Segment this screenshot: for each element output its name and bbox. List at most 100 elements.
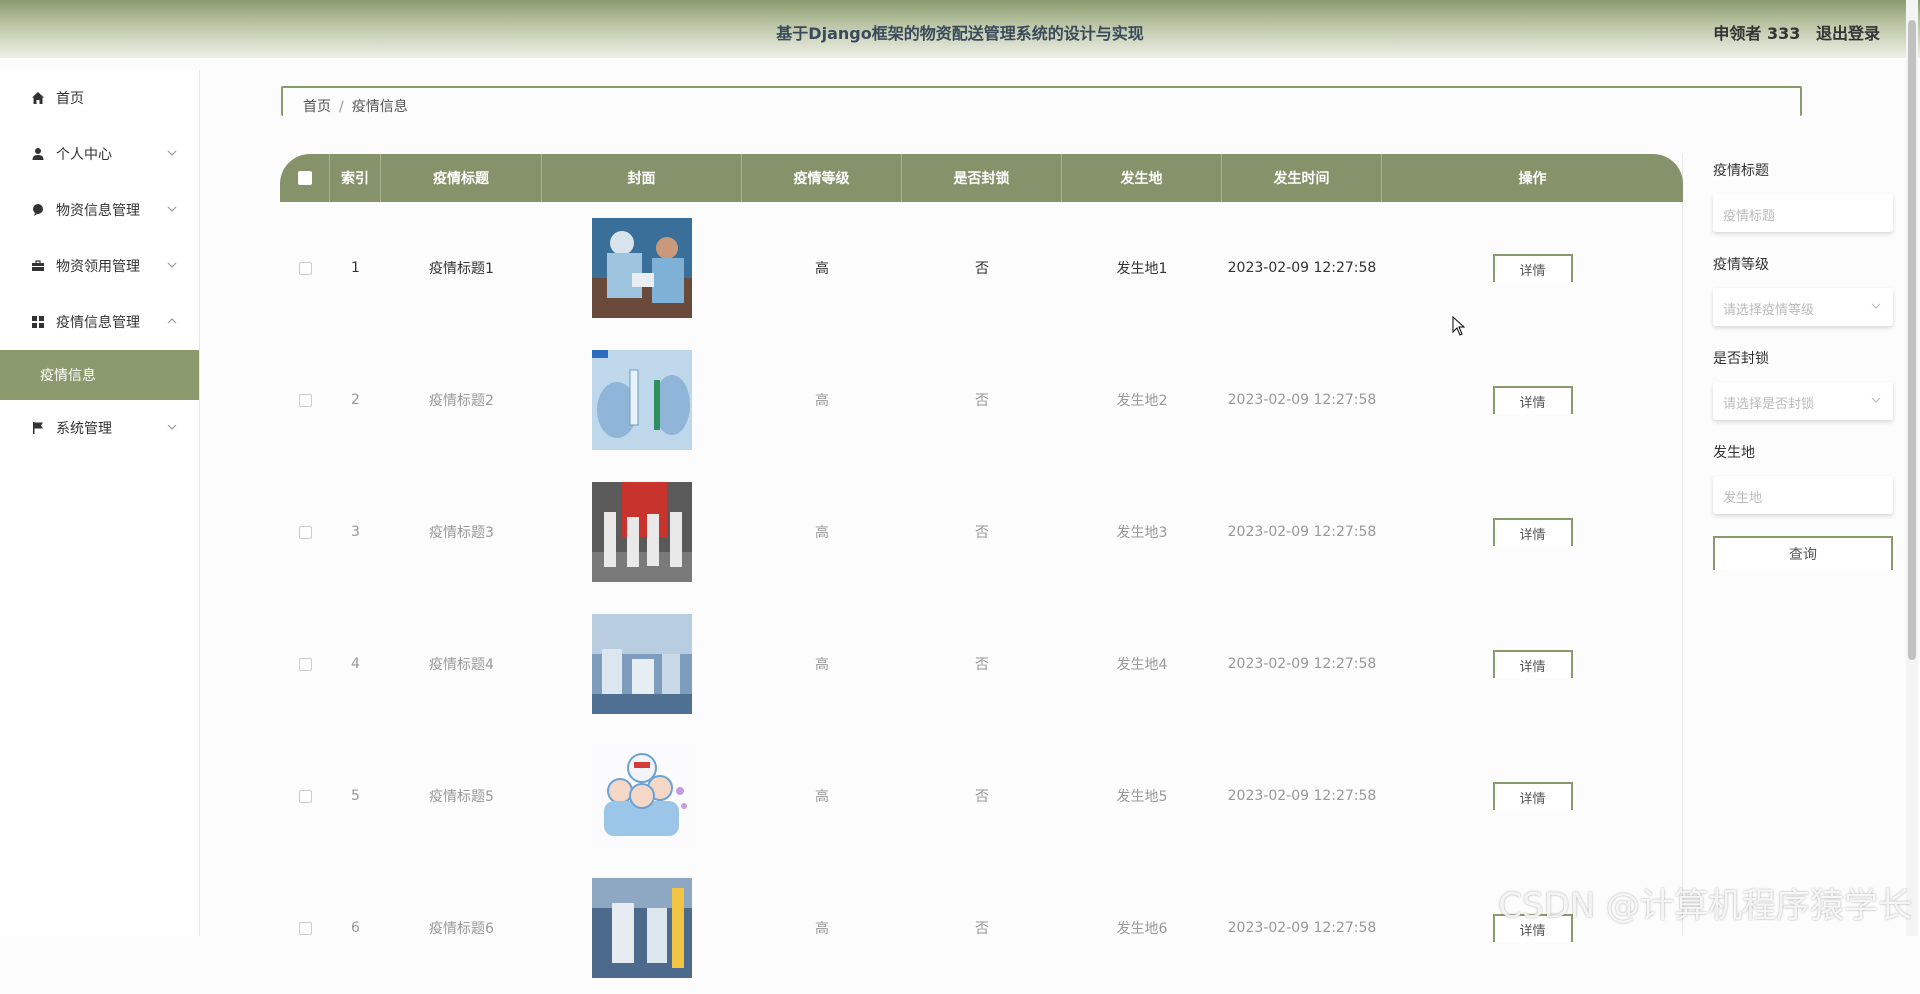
column-header: 操作 [1518,171,1547,187]
cell-level: 高 [815,789,829,805]
cover-image [592,614,692,714]
user-icon [30,146,46,162]
cell-title: 疫情标题1 [429,261,494,277]
sidebar-item-home[interactable]: 首页 [0,70,199,126]
column-header: 索引 [330,154,381,202]
column-header: 发生地 [1062,154,1222,202]
column-header: 发生时间 [1222,154,1382,202]
detail-button[interactable]: 详情 [1492,254,1573,282]
column-header: 疫情标题 [381,154,542,202]
search-button[interactable]: 查询 [1713,536,1893,570]
place-search-input[interactable]: 发生地 [1713,476,1893,514]
cell-time: 2023-02-09 12:27:58 [1227,788,1377,804]
scrollbar-thumb[interactable] [1908,20,1916,660]
row-checkbox-cell [280,862,330,994]
sidebar-item-label: 疫情信息管理 [56,315,140,331]
title-search-input[interactable]: 疫情标题 [1713,194,1893,232]
cell-title: 疫情标题6 [429,921,494,937]
table-row: 3 疫情标题3 高 否 发生地3 2023-02-09 12:27:58 详情 [280,466,1683,598]
cell-actions: 详情 [1382,334,1683,466]
search-panel: 疫情标题 疫情标题 疫情等级 请选择疫情等级 是否封锁 请选择是否封锁 发生地 … [1713,160,1893,570]
cell-level: 高 [815,261,829,277]
cell-place: 发生地1 [1116,261,1168,277]
cover-image [592,218,692,318]
row-checkbox[interactable] [298,525,312,539]
cell-lockdown: 否 [975,393,989,409]
detail-button[interactable]: 详情 [1492,386,1573,414]
row-checkbox[interactable] [298,789,312,803]
cell-title: 疫情标题4 [429,657,494,673]
sidebar-item-material-use[interactable]: 物资领用管理 [0,238,199,294]
cover-image [592,878,692,978]
table-row: 1 疫情标题1 高 否 发生地1 2023-02-09 12:27:58 详情 [280,202,1683,334]
flag-icon [30,420,46,436]
page-scrollbar[interactable] [1906,0,1918,936]
row-checkbox-cell [280,598,330,730]
cell-index: 6 [351,920,360,936]
cell-title: 疫情标题3 [429,525,494,541]
cell-cover [542,598,742,730]
row-checkbox[interactable] [298,393,312,407]
row-checkbox-cell [280,466,330,598]
sidebar-item-label: 个人中心 [56,147,112,163]
breadcrumb: 首页 / 疫情信息 [281,86,1802,116]
cell-time: 2023-02-09 12:27:58 [1227,392,1377,408]
cell-time: 2023-02-09 12:27:58 [1227,656,1377,672]
title-placeholder: 疫情标题 [1723,209,1776,224]
sidebar-item-label: 物资信息管理 [56,203,140,219]
level-select[interactable]: 请选择疫情等级 [1713,288,1893,326]
breadcrumb-home[interactable]: 首页 [303,99,331,115]
chevron-down-icon [167,420,177,436]
detail-button[interactable]: 详情 [1492,518,1573,546]
cell-place: 发生地6 [1116,921,1168,937]
cell-index: 4 [351,656,360,672]
cell-cover [542,730,742,862]
cell-actions: 详情 [1382,598,1683,730]
chevron-down-icon [1871,394,1881,409]
filter-lockdown-label: 是否封锁 [1713,351,1769,367]
table-row: 4 疫情标题4 高 否 发生地4 2023-02-09 12:27:58 详情 [280,598,1683,730]
select-all-cell [280,154,330,202]
sidebar: 首页 个人中心 物资信息管理 物资领用管理 疫情信息管理 疫情信息 系统管理 [0,70,200,936]
select-all-checkbox[interactable] [297,171,312,185]
row-checkbox[interactable] [298,657,312,671]
cell-index: 1 [351,260,360,276]
filter-level-label: 疫情等级 [1713,257,1769,273]
top-header: 基于Django框架的物资配送管理系统的设计与实现 申领者 333 退出登录 [0,0,1920,58]
home-icon [30,90,46,106]
cell-cover [542,202,742,334]
cell-lockdown: 否 [975,261,989,277]
sidebar-item-material-info[interactable]: 物资信息管理 [0,182,199,238]
sidebar-item-epidemic-mgmt[interactable]: 疫情信息管理 [0,294,199,350]
cell-index: 2 [351,392,360,408]
grid-icon [30,314,46,330]
sidebar-item-label: 疫情信息 [40,368,96,384]
detail-button[interactable]: 详情 [1492,650,1573,678]
cell-level: 高 [815,393,829,409]
user-area: 申领者 333 退出登录 [1703,20,1880,44]
detail-button[interactable]: 详情 [1492,782,1573,810]
lockdown-select[interactable]: 请选择是否封锁 [1713,382,1893,420]
table-row: 2 疫情标题2 高 否 发生地2 2023-02-09 12:27:58 详情 [280,334,1683,466]
watermark: CSDN @计算机程序猿学长 [1498,886,1912,926]
column-header: 疫情等级 [742,154,902,202]
cell-actions: 详情 [1382,730,1683,862]
sidebar-item-epidemic-info[interactable]: 疫情信息 [0,350,199,400]
row-checkbox[interactable] [298,921,312,935]
app-title: 基于Django框架的物资配送管理系统的设计与实现 [776,24,1144,43]
cell-time: 2023-02-09 12:27:58 [1227,524,1377,540]
cell-lockdown: 否 [975,657,989,673]
chevron-up-icon [167,314,177,330]
row-checkbox-cell [280,334,330,466]
cell-index: 3 [351,524,360,540]
row-checkbox[interactable] [298,261,312,275]
cover-image [592,746,692,846]
filter-title-label: 疫情标题 [1713,163,1769,179]
cell-lockdown: 否 [975,525,989,541]
cell-title: 疫情标题2 [429,393,494,409]
logout-link[interactable]: 退出登录 [1816,24,1880,43]
sidebar-item-personal[interactable]: 个人中心 [0,126,199,182]
sidebar-item-system[interactable]: 系统管理 [0,400,199,456]
breadcrumb-separator: / [339,99,344,115]
row-checkbox-cell [280,730,330,862]
